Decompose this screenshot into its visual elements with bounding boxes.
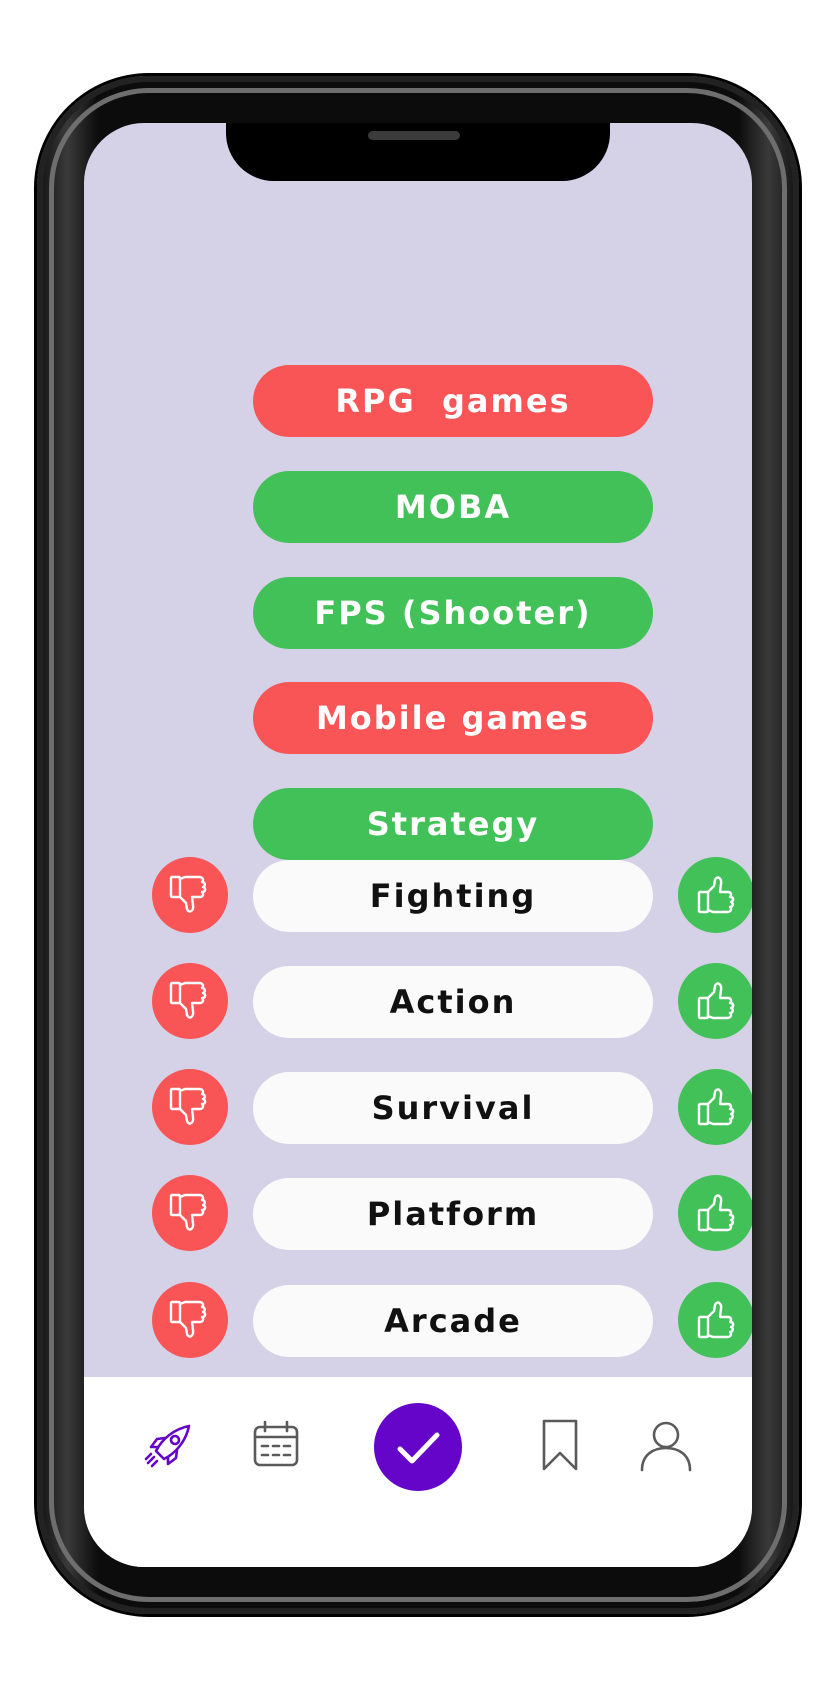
like-button[interactable] xyxy=(678,963,752,1039)
thumbs-up-icon xyxy=(697,982,735,1020)
rocket-icon xyxy=(144,1424,191,1468)
thumbs-down-icon xyxy=(169,1087,207,1125)
genre-label: Strategy xyxy=(366,805,540,843)
dislike-button[interactable] xyxy=(152,1069,228,1145)
thumbs-up-icon xyxy=(697,1088,735,1126)
user-icon xyxy=(640,1421,692,1472)
genre-pill-unrated[interactable]: Platform xyxy=(253,1178,653,1250)
app-screen: RPG games MOBA FPS (Shooter) Mobile game… xyxy=(84,123,752,1567)
nav-item-bookmarks[interactable] xyxy=(532,1417,588,1473)
confirm-button[interactable] xyxy=(374,1403,462,1491)
genre-pill-liked[interactable]: MOBA xyxy=(253,471,653,543)
genre-label: MOBA xyxy=(394,488,512,526)
genre-label: Fighting xyxy=(369,877,537,915)
genre-label: Arcade xyxy=(384,1302,522,1340)
genre-label: RPG games xyxy=(335,382,571,420)
genre-label: FPS (Shooter) xyxy=(314,594,592,632)
thumbs-down-icon xyxy=(169,981,207,1019)
like-button[interactable] xyxy=(678,1282,752,1358)
genre-label: Survival xyxy=(371,1089,535,1127)
calendar-icon xyxy=(253,1420,299,1467)
genre-pill-liked[interactable]: Strategy xyxy=(253,788,653,860)
genre-pill-disliked[interactable]: Mobile games xyxy=(253,682,653,754)
like-button[interactable] xyxy=(678,857,752,933)
dislike-button[interactable] xyxy=(152,963,228,1039)
genre-label: Platform xyxy=(366,1195,540,1233)
phone-notch xyxy=(226,123,610,181)
genre-pill-disliked[interactable]: RPG games xyxy=(253,365,653,437)
bookmark-icon xyxy=(542,1419,578,1471)
genre-pill-unrated[interactable]: Action xyxy=(253,966,653,1038)
genre-pill-unrated[interactable]: Survival xyxy=(253,1072,653,1144)
thumbs-down-icon xyxy=(169,1193,207,1231)
thumbs-down-icon xyxy=(169,875,207,913)
thumbs-up-icon xyxy=(697,876,735,914)
genre-pill-unrated[interactable]: Fighting xyxy=(253,860,653,932)
like-button[interactable] xyxy=(678,1175,752,1251)
phone-frame: RPG games MOBA FPS (Shooter) Mobile game… xyxy=(37,76,799,1614)
thumbs-up-icon xyxy=(697,1301,735,1339)
thumbs-down-icon xyxy=(169,1300,207,1338)
phone-speaker xyxy=(368,131,460,140)
checkmark-icon xyxy=(397,1432,440,1464)
genre-label: Mobile games xyxy=(315,699,591,737)
thumbs-up-icon xyxy=(697,1194,735,1232)
dislike-button[interactable] xyxy=(152,857,228,933)
dislike-button[interactable] xyxy=(152,1282,228,1358)
nav-item-explore[interactable] xyxy=(142,1417,198,1473)
genre-pill-unrated[interactable]: Arcade xyxy=(253,1285,653,1357)
like-button[interactable] xyxy=(678,1069,752,1145)
genre-pill-liked[interactable]: FPS (Shooter) xyxy=(253,577,653,649)
genre-label: Action xyxy=(389,983,517,1021)
nav-item-profile[interactable] xyxy=(638,1417,694,1473)
bottom-nav-bar xyxy=(84,1377,752,1567)
dislike-button[interactable] xyxy=(152,1175,228,1251)
nav-item-calendar[interactable] xyxy=(248,1417,304,1473)
